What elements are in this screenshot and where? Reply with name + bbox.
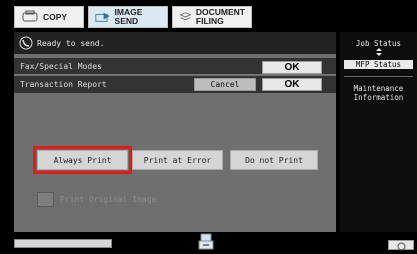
touch-panel-screen: COPY IMAGE SEND DOCUMENT FILING Ready to…: [0, 0, 417, 254]
mode-tabs: COPY IMAGE SEND DOCUMENT FILING: [14, 6, 252, 28]
side-divider: [344, 76, 413, 77]
job-status-button[interactable]: Job Status: [344, 39, 413, 56]
maintenance-information-button[interactable]: Maintenance Information: [344, 84, 413, 102]
phone-icon: [19, 36, 33, 50]
image-send-icon: [95, 12, 110, 22]
main-panel: Ready to send. Fax/Special Modes OK Tran…: [14, 32, 336, 232]
status-bar: Ready to send.: [14, 32, 336, 54]
do-not-print-button[interactable]: Do not Print: [230, 150, 318, 170]
document-filing-icon: [179, 12, 192, 21]
info-button[interactable]: [388, 240, 414, 251]
tab-copy[interactable]: COPY: [14, 6, 84, 28]
side-panel: Job Status MFP Status Maintenance Inform…: [340, 32, 417, 232]
cancel-button[interactable]: Cancel: [194, 78, 256, 91]
tab-image-send[interactable]: IMAGE SEND: [88, 6, 168, 28]
mfp-status-button[interactable]: MFP Status: [344, 60, 413, 69]
info-icon: [397, 242, 406, 251]
transaction-report-ok-button[interactable]: OK: [262, 78, 322, 91]
always-print-button[interactable]: Always Print: [37, 150, 128, 170]
printer-icon[interactable]: [198, 232, 214, 252]
fax-modes-ok-button[interactable]: OK: [262, 61, 322, 74]
progress-bar: [14, 239, 112, 248]
print-at-error-button[interactable]: Print at Error: [132, 150, 223, 170]
copy-icon: [22, 10, 38, 22]
tab-copy-label: COPY: [43, 11, 68, 22]
up-down-arrow-icon: [375, 48, 382, 56]
print-original-image-checkbox[interactable]: [37, 192, 54, 207]
print-original-image-label: Print Original Image: [60, 195, 157, 204]
status-message: Ready to send.: [37, 38, 105, 48]
tab-document-filing[interactable]: DOCUMENT FILING: [172, 6, 252, 28]
job-status-label: Job Status: [355, 39, 402, 48]
tab-image-send-label: IMAGE SEND: [114, 7, 143, 26]
tab-document-filing-label: DOCUMENT FILING: [195, 7, 245, 26]
